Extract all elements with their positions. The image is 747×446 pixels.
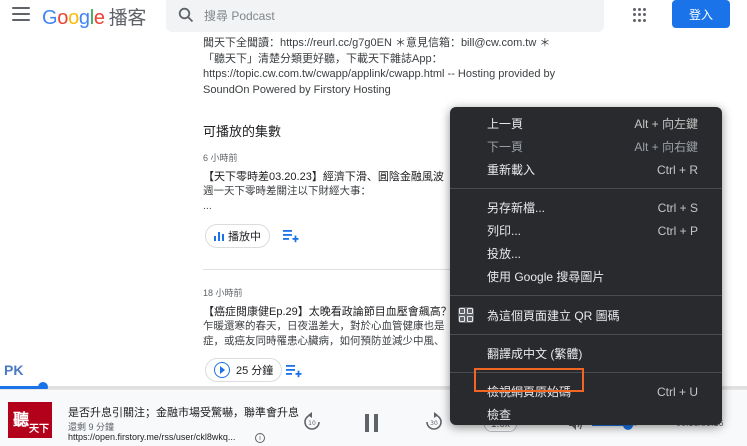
top-bar: Google播客 登入 <box>0 0 747 36</box>
player-url[interactable]: https://open.firstory.me/rss/user/ckl8wk… <box>68 432 248 442</box>
svg-text:30: 30 <box>430 420 438 427</box>
corner-label: PK <box>4 362 24 378</box>
menu-separator <box>450 334 722 335</box>
menu-item-back[interactable]: 上一頁 Alt + 向左鍵 <box>450 112 722 135</box>
apps-grid-icon[interactable] <box>633 8 647 22</box>
menu-item-translate[interactable]: 翻譯成中文 (繁體) <box>450 342 722 365</box>
menu-item-print[interactable]: 列印... Ctrl + P <box>450 219 722 242</box>
menu-item-create-qr[interactable]: 為這個頁面建立 QR 圖碼 <box>450 303 722 327</box>
search-bar[interactable] <box>166 0 604 32</box>
equalizer-icon <box>214 231 224 241</box>
login-button[interactable]: 登入 <box>672 0 730 28</box>
section-title: 可播放的集數 <box>203 124 282 139</box>
menu-item-search-images[interactable]: 使用 Google 搜尋圖片 <box>450 265 722 288</box>
menu-icon[interactable] <box>12 7 30 21</box>
play-episode-button[interactable]: 25 分鐘 <box>205 358 283 382</box>
add-to-queue-icon[interactable] <box>283 229 299 243</box>
play-icon <box>214 362 230 378</box>
pause-icon[interactable] <box>362 412 382 434</box>
menu-item-save-as[interactable]: 另存新檔... Ctrl + S <box>450 196 722 219</box>
player-episode-title[interactable]: 是否升息引關注；金融市場受驚嚇，聯準會升息 <box>68 404 310 420</box>
menu-separator <box>450 295 722 296</box>
menu-item-forward: 下一頁 Alt + 向右鍵 <box>487 140 698 154</box>
search-icon <box>178 7 194 23</box>
highlight-box <box>474 368 584 392</box>
forward-30-icon[interactable]: 30 <box>424 412 444 432</box>
add-to-queue-icon[interactable] <box>286 364 302 378</box>
svg-text:10: 10 <box>308 420 316 427</box>
info-icon[interactable]: i <box>255 433 265 443</box>
qr-code-icon <box>458 307 474 323</box>
menu-item-inspect[interactable]: 檢查 <box>450 403 722 426</box>
menu-item-cast[interactable]: 投放... <box>450 242 722 265</box>
podcast-cover: 聽 天下 <box>8 402 52 438</box>
google-podcasts-logo[interactable]: Google 播客 <box>42 3 146 30</box>
podcast-description: 聞天下全聞讀：https://reurl.cc/g7g0EN ＊意見信箱：bil… <box>203 37 556 96</box>
menu-item-reload[interactable]: 重新載入 Ctrl + R <box>450 158 722 181</box>
menu-separator <box>450 188 722 189</box>
rewind-10-icon[interactable]: 10 <box>302 412 322 432</box>
now-playing-button[interactable]: 播放中 <box>205 224 270 248</box>
search-input[interactable] <box>204 6 584 26</box>
